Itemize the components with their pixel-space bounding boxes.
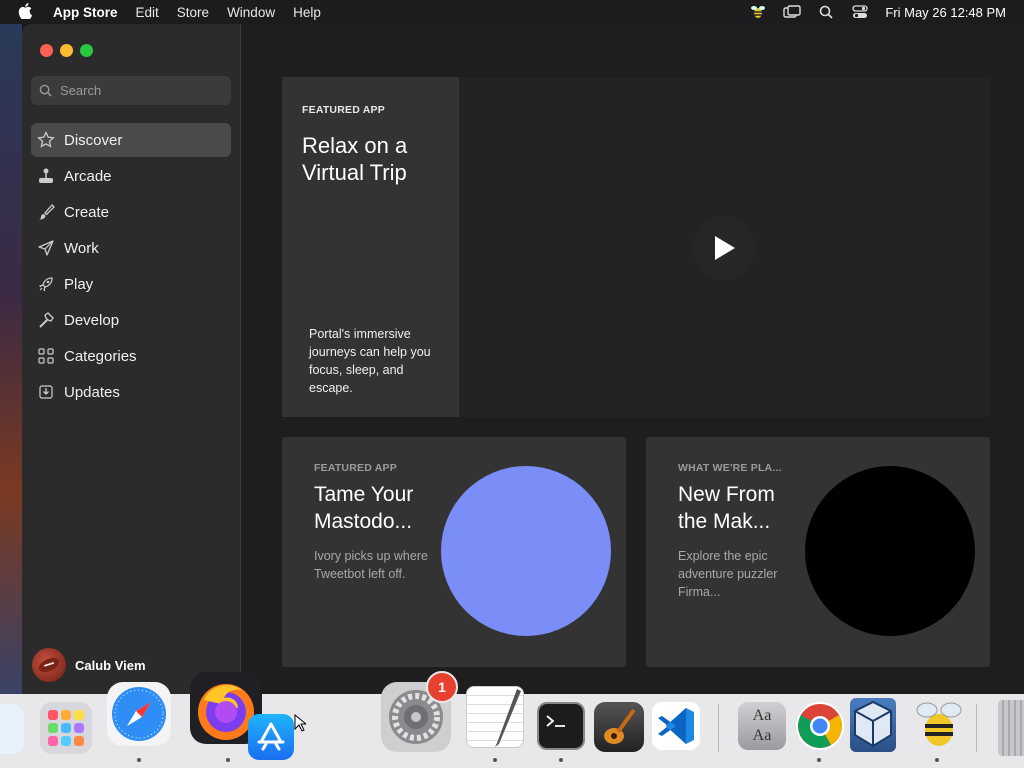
star-icon [37, 131, 55, 148]
sidebar-item-updates[interactable]: Updates [31, 375, 231, 409]
search-icon [39, 84, 52, 97]
mouse-cursor-icon [294, 714, 306, 732]
notification-badge: 1 [426, 671, 458, 703]
running-indicator [493, 758, 497, 762]
card-title-line-1: New From [678, 483, 775, 506]
clock[interactable]: Fri May 26 12:48 PM [877, 5, 1006, 20]
card-eyebrow: FEATURED APP [314, 462, 397, 474]
running-indicator [137, 758, 141, 762]
sidebar: Search Discover Arcade Create Work Play … [22, 24, 241, 694]
sidebar-item-develop[interactable]: Develop [31, 303, 231, 337]
desktop-wallpaper [0, 24, 22, 694]
zoom-window-button[interactable] [80, 44, 93, 57]
running-indicator [559, 758, 563, 762]
app-name-menu[interactable]: App Store [44, 5, 127, 20]
trash-icon[interactable] [998, 700, 1024, 756]
edit-menu[interactable]: Edit [127, 5, 168, 20]
sidebar-item-label: Create [64, 203, 110, 221]
window-menu[interactable]: Window [218, 5, 284, 20]
grid-icon [38, 348, 54, 364]
sidebar-item-label: Play [64, 275, 94, 293]
search-field[interactable]: Search [31, 76, 231, 105]
card-artwork [805, 466, 975, 636]
running-indicator [226, 758, 230, 762]
download-tray-icon [39, 385, 53, 399]
textedit-icon[interactable] [466, 686, 524, 748]
sidebar-item-label: Categories [64, 347, 137, 365]
finder-icon[interactable] [0, 704, 24, 754]
hero-description: Portal's immersive journeys can help you… [309, 327, 431, 395]
sidebar-item-work[interactable]: Work [31, 231, 231, 265]
safari-icon[interactable] [107, 682, 171, 746]
launchpad-icon[interactable] [40, 702, 92, 754]
chrome-icon[interactable] [796, 702, 844, 750]
paper-plane-icon [38, 240, 54, 256]
sidebar-item-discover[interactable]: Discover [31, 123, 231, 157]
hero-text-panel: FEATURED APP Relax on a Virtual Trip Por… [282, 77, 459, 417]
hammer-icon [39, 312, 54, 328]
featured-card-firmament[interactable]: WHAT WE'RE PLA... New From the Mak... Ex… [646, 437, 990, 667]
screen-mirroring-icon[interactable] [775, 5, 809, 19]
running-indicator [817, 758, 821, 762]
sidebar-item-arcade[interactable]: Arcade [31, 159, 231, 193]
close-window-button[interactable] [40, 44, 53, 57]
dock-separator [718, 704, 719, 752]
search-icon[interactable] [809, 5, 843, 19]
main-content: FEATURED APP Relax on a Virtual Trip Por… [242, 24, 1024, 694]
rocket-icon [38, 277, 53, 292]
sidebar-item-label: Arcade [64, 167, 112, 185]
dock-separator [976, 704, 977, 752]
help-menu[interactable]: Help [284, 5, 330, 20]
card-title-line-2: Mastodo... [314, 510, 413, 533]
bee-icon[interactable] [741, 5, 775, 19]
status-area: Fri May 26 12:48 PM [741, 5, 1024, 20]
dictionary-icon[interactable]: Aa Aa [738, 702, 786, 750]
apple-menu-icon[interactable] [0, 2, 44, 22]
minimize-window-button[interactable] [60, 44, 73, 57]
card-title-line-2: the Mak... [678, 510, 771, 533]
virtualbox-icon[interactable] [850, 698, 896, 752]
card-description: Explore the epic adventure puzzler Firma… [678, 549, 778, 599]
play-video-button[interactable] [692, 216, 756, 280]
running-indicator [935, 758, 939, 762]
sidebar-item-label: Work [64, 239, 99, 257]
hero-featured-card[interactable]: FEATURED APP Relax on a Virtual Trip Por… [282, 77, 990, 417]
sidebar-item-label: Discover [64, 131, 123, 149]
user-account[interactable]: Calub Viem [32, 648, 146, 682]
brush-icon [39, 204, 55, 220]
store-menu[interactable]: Store [168, 5, 218, 20]
vscode-icon[interactable] [652, 702, 700, 750]
user-name: Calub Viem [75, 657, 146, 673]
play-icon [715, 236, 735, 260]
garageband-icon[interactable] [594, 702, 644, 752]
card-eyebrow: WHAT WE'RE PLA... [678, 462, 782, 474]
bee-app-icon[interactable] [913, 698, 965, 752]
menu-bar: App Store Edit Store Window Help Fri May… [0, 0, 1024, 24]
hero-eyebrow: FEATURED APP [302, 104, 385, 116]
sidebar-item-play[interactable]: Play [31, 267, 231, 301]
app-store-icon[interactable] [248, 714, 294, 760]
joystick-icon [39, 168, 53, 183]
sidebar-item-categories[interactable]: Categories [31, 339, 231, 373]
control-center-icon[interactable] [843, 5, 877, 19]
terminal-icon[interactable] [537, 702, 585, 750]
dock: Aa Aa [0, 672, 1024, 768]
app-store-window: Search Discover Arcade Create Work Play … [22, 24, 1024, 694]
search-placeholder: Search [60, 83, 102, 98]
card-artwork [441, 466, 611, 636]
hero-title: Relax on a Virtual Trip [302, 133, 408, 185]
sidebar-item-label: Develop [64, 311, 120, 329]
avatar [32, 648, 66, 682]
card-description: Ivory picks up where Tweetbot left off. [314, 549, 428, 581]
featured-card-ivory[interactable]: FEATURED APP Tame Your Mastodo... Ivory … [282, 437, 626, 667]
sidebar-item-create[interactable]: Create [31, 195, 231, 229]
card-title-line-1: Tame Your [314, 483, 414, 506]
sidebar-item-label: Updates [64, 383, 120, 401]
